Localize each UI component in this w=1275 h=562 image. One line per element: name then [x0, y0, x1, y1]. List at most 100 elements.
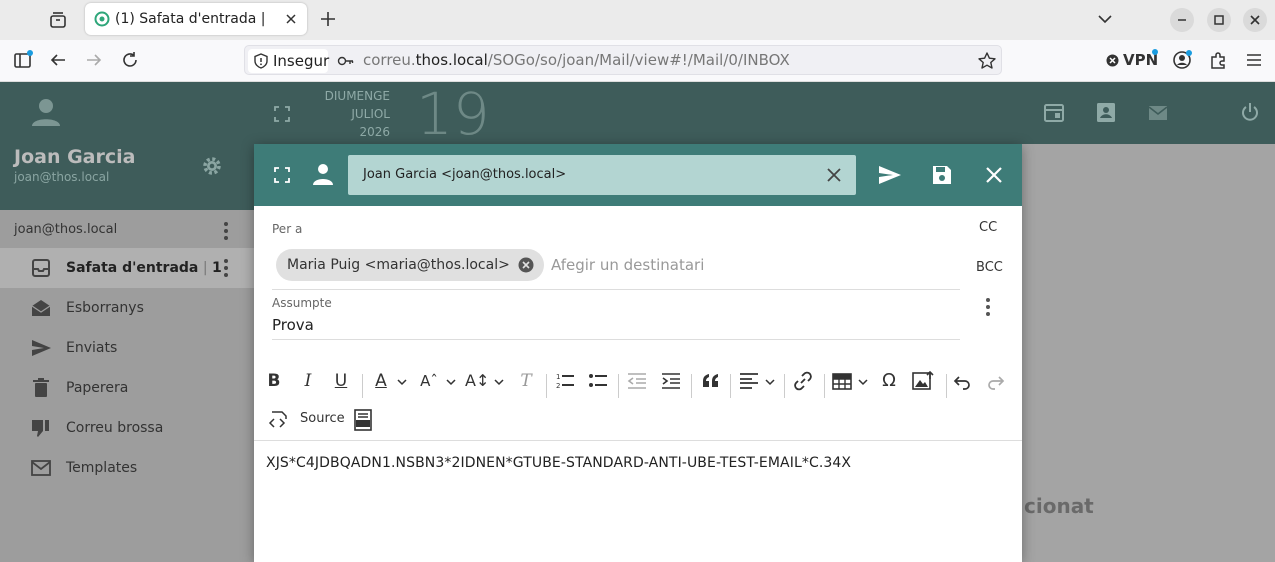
sidebar-item-junk[interactable]: Correu brossa [0, 408, 254, 448]
from-field[interactable]: Joan Garcia <joan@thos.local> [348, 155, 856, 195]
chevron-down-icon[interactable] [494, 378, 504, 386]
save-button[interactable] [930, 163, 954, 187]
avatar-icon[interactable] [30, 96, 62, 128]
recipient-chip[interactable]: Maria Puig <maria@thos.local> [276, 249, 544, 281]
redo-icon[interactable] [986, 371, 1006, 391]
chevron-down-icon[interactable] [765, 378, 775, 386]
folder-label: Safata d'entrada | 1 [66, 260, 222, 276]
svg-text:1: 1 [556, 373, 560, 381]
insert-image-icon[interactable] [912, 370, 934, 392]
mail-app: Joan Garcia joan@thos.local joan@thos.lo… [0, 80, 1275, 562]
tab-overview-icon[interactable] [46, 8, 70, 32]
maximize-icon[interactable] [1207, 8, 1231, 32]
security-label: Insegur [273, 52, 330, 70]
italic-button[interactable]: I [297, 370, 319, 392]
url-bar[interactable]: Insegur correu.thos.local/SOGo/so/joan/M… [244, 45, 1002, 75]
key-icon[interactable] [337, 52, 355, 70]
remove-format-button[interactable]: T [515, 370, 537, 392]
contacts-icon[interactable] [1095, 101, 1117, 123]
send-icon [30, 337, 52, 359]
account-icon[interactable] [1171, 49, 1193, 71]
security-indicator[interactable]: Insegur [248, 49, 330, 73]
bullet-list-icon[interactable] [588, 371, 608, 391]
sidebar-item-sent[interactable]: Enviats [0, 328, 254, 368]
menu-icon[interactable] [1243, 49, 1265, 71]
close-tab-icon[interactable] [282, 10, 300, 28]
add-recipient-input[interactable]: Afegir un destinatari [551, 256, 704, 274]
browser-tab[interactable]: (1) Safata d'entrada | Correu [85, 3, 307, 35]
sidebar-item-trash[interactable]: Paperera [0, 368, 254, 408]
unread-count: 1 [212, 260, 222, 276]
new-tab-icon[interactable] [317, 8, 339, 30]
drafts-icon [30, 297, 52, 319]
send-button[interactable] [878, 163, 902, 187]
tab-title: (1) Safata d'entrada | Correu [115, 11, 265, 27]
blockquote-icon[interactable] [701, 373, 721, 389]
sidebar-item-templates[interactable]: Templates [0, 448, 254, 488]
reload-icon[interactable] [119, 49, 141, 71]
message-body[interactable]: XJS*C4JDBQADN1.NSBN3*2IDNEN*GTUBE-STANDA… [266, 455, 851, 471]
special-character-button[interactable]: Ω [878, 370, 900, 392]
close-window-icon[interactable] [1243, 8, 1267, 32]
extensions-icon[interactable] [1207, 49, 1229, 71]
underline-button[interactable]: U [330, 370, 352, 392]
compose-dialog: Joan Garcia <joan@thos.local> Per a Mari… [254, 144, 1022, 562]
calendar-icon[interactable] [1043, 101, 1065, 123]
back-icon[interactable] [47, 49, 69, 71]
power-icon[interactable] [1239, 101, 1261, 123]
inbox-icon [30, 257, 52, 279]
url-text[interactable]: correu.thos.local/SOGo/so/joan/Mail/view… [363, 50, 790, 70]
chevron-down-icon[interactable] [1094, 8, 1116, 30]
app-header: DIUMENGE JULIOL 2026 19 [254, 80, 1275, 148]
sidebar-item-drafts[interactable]: Esborranys [0, 288, 254, 328]
table-icon[interactable] [832, 371, 852, 391]
gear-icon[interactable] [200, 154, 224, 178]
subject-input[interactable]: Prova [272, 316, 314, 334]
remove-recipient-icon[interactable] [518, 257, 534, 273]
close-dialog-icon[interactable] [982, 163, 1006, 187]
account-row[interactable]: joan@thos.local [0, 214, 254, 246]
bold-button[interactable]: B [263, 370, 285, 392]
more-options-icon[interactable] [986, 298, 990, 316]
background-message: cionat [1024, 494, 1094, 518]
link-icon[interactable] [793, 371, 813, 391]
user-name: Joan Garcia [14, 146, 136, 168]
sidebar-item-inbox[interactable]: Safata d'entrada | 1 [0, 248, 254, 288]
html-preview-icon[interactable] [353, 409, 373, 431]
separator [362, 374, 363, 398]
sidebar-toggle-icon[interactable] [12, 49, 34, 71]
minimize-icon[interactable] [1170, 8, 1194, 32]
user-email: joan@thos.local [14, 170, 110, 184]
outdent-icon[interactable] [627, 371, 647, 391]
cc-button[interactable]: CC [979, 220, 997, 235]
compose-header: Joan Garcia <joan@thos.local> [254, 144, 1022, 206]
separator [618, 374, 619, 398]
bookmark-star-icon[interactable] [977, 51, 997, 71]
numbered-list-icon[interactable]: 12 [555, 371, 575, 391]
indent-icon[interactable] [661, 371, 681, 391]
chevron-down-icon[interactable] [446, 378, 456, 386]
chevron-down-icon[interactable] [858, 378, 868, 386]
browser-tab-bar: (1) Safata d'entrada | Correu [0, 0, 1275, 40]
folder-more-icon[interactable] [224, 259, 228, 277]
clear-from-icon[interactable] [826, 167, 842, 183]
font-size-button[interactable]: A↕ [465, 370, 489, 392]
source-label: Source [300, 411, 345, 426]
bcc-button[interactable]: BCC [976, 260, 1003, 275]
separator [824, 374, 825, 398]
align-icon[interactable] [739, 371, 759, 391]
account-more-icon[interactable] [224, 222, 228, 240]
day-number: 19 [416, 80, 490, 148]
chevron-down-icon[interactable] [397, 378, 407, 386]
mail-app-icon[interactable] [1147, 102, 1169, 124]
sidebar-header: Joan Garcia joan@thos.local [0, 82, 254, 210]
forward-icon[interactable] [83, 49, 105, 71]
vpn-status-icon [1106, 54, 1119, 67]
to-divider [272, 289, 960, 290]
text-color-button[interactable]: A [370, 370, 392, 392]
font-family-button[interactable]: Aˆ [418, 370, 440, 392]
year: 2026 [359, 125, 390, 139]
fullscreen-icon[interactable] [272, 104, 292, 124]
undo-icon[interactable] [952, 371, 972, 391]
expand-icon[interactable] [272, 165, 296, 189]
